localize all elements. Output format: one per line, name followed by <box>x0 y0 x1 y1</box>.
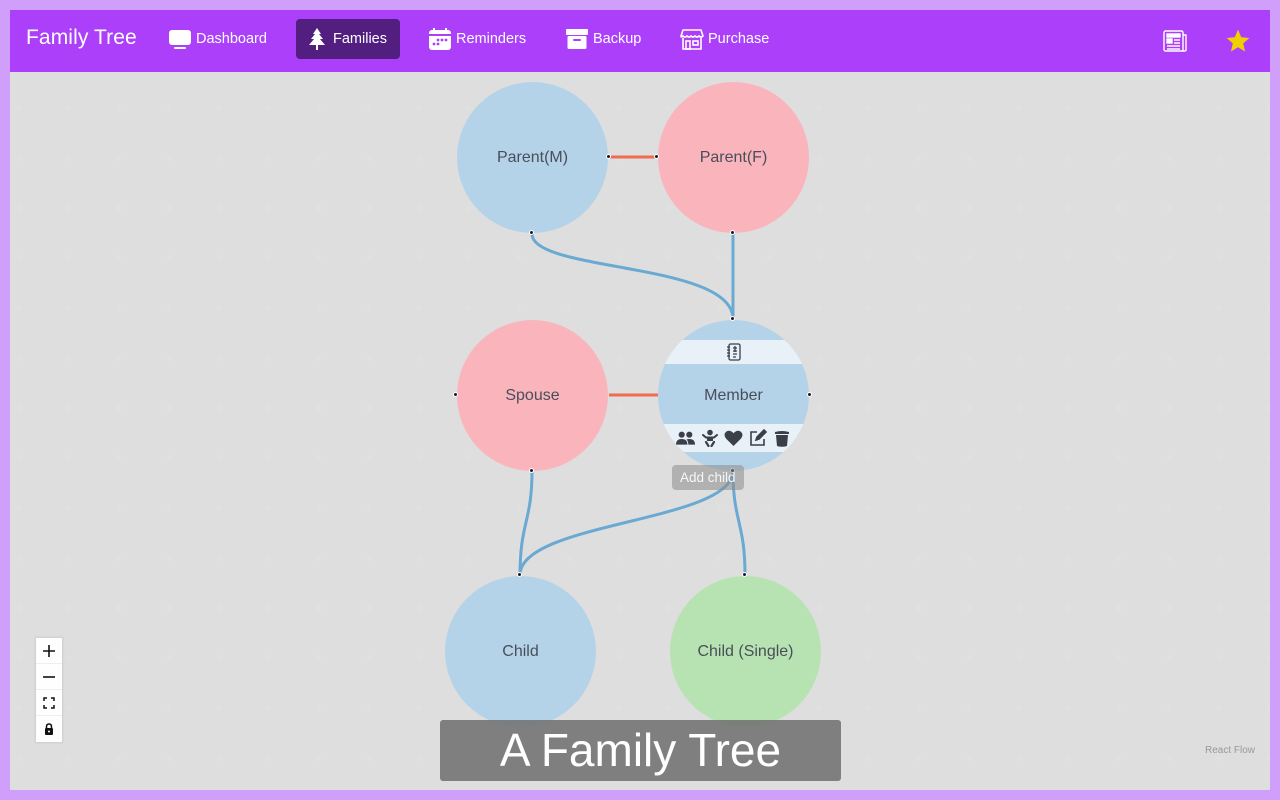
star-icon[interactable] <box>1224 27 1252 55</box>
member-actions-toolbar <box>658 424 809 452</box>
handle-member-top[interactable] <box>730 316 735 321</box>
nav-families-label: Families <box>333 31 387 47</box>
plus-icon <box>43 644 55 657</box>
node-label: Parent(F) <box>699 148 768 166</box>
nav-reminders[interactable]: Reminders <box>419 19 537 59</box>
node-spouse[interactable]: Spouse <box>457 320 608 471</box>
react-flow-attribution[interactable]: React Flow <box>1205 745 1255 756</box>
nav-dashboard[interactable]: Dashboard <box>159 19 278 59</box>
node-child-single[interactable]: Child (Single) <box>670 576 821 727</box>
handle-parent-m-bottom[interactable] <box>529 230 534 235</box>
nav-reminders-label: Reminders <box>456 31 527 47</box>
nav-backup[interactable]: Backup <box>556 19 652 59</box>
lock-button[interactable] <box>36 716 62 742</box>
handle-parent-f-bottom[interactable] <box>730 230 735 235</box>
zoom-controls <box>36 638 62 742</box>
handle-child-single-top[interactable] <box>742 572 747 577</box>
calendar-icon <box>428 27 452 51</box>
node-child[interactable]: Child <box>445 576 596 727</box>
nav-families[interactable]: Families <box>296 19 400 59</box>
app-title[interactable]: Family Tree <box>26 24 137 52</box>
node-label: Parent(M) <box>496 148 569 166</box>
node-parent-f[interactable]: Parent(F) <box>658 82 809 233</box>
app-window: Family Tree Dashboard Families Reminders… <box>10 10 1270 790</box>
handle-spouse-left[interactable] <box>453 392 458 397</box>
handle-spouse-bottom[interactable] <box>529 468 534 473</box>
baby-icon[interactable] <box>700 429 719 448</box>
node-label: Member <box>704 386 763 404</box>
nav-dashboard-label: Dashboard <box>196 31 267 47</box>
handle-parent-f-left[interactable] <box>654 154 659 159</box>
heart-icon[interactable] <box>724 429 743 448</box>
handle-child-top[interactable] <box>517 572 522 577</box>
edit-icon[interactable] <box>748 429 767 448</box>
nav-backup-label: Backup <box>593 31 642 47</box>
tree-icon <box>305 27 329 51</box>
monitor-icon <box>168 27 192 51</box>
node-member[interactable]: Member <box>658 320 809 471</box>
fit-view-button[interactable] <box>36 690 62 716</box>
edge-parentm-member[interactable] <box>530 233 735 320</box>
newspaper-icon[interactable] <box>1161 27 1189 55</box>
navbar: Family Tree Dashboard Families Reminders… <box>10 10 1270 72</box>
fit-view-icon <box>43 696 55 709</box>
store-icon <box>680 27 704 51</box>
node-parent-m[interactable]: Parent(M) <box>457 82 608 233</box>
edges-layer <box>518 155 747 576</box>
notebook-icon[interactable] <box>724 343 743 362</box>
nav-purchase[interactable]: Purchase <box>671 19 780 59</box>
flow-canvas[interactable]: Parent(M) Parent(F) Spouse Member Add ch… <box>10 72 1270 790</box>
node-label: Spouse <box>505 386 560 404</box>
member-top-toolbar <box>658 340 809 364</box>
zoom-out-button[interactable] <box>36 664 62 690</box>
nav-purchase-label: Purchase <box>708 31 770 47</box>
add-child-tooltip: Add child <box>672 465 744 490</box>
handle-member-right[interactable] <box>807 392 812 397</box>
node-label: Child <box>502 642 539 660</box>
lock-icon <box>45 723 53 735</box>
node-label: Child (Single) <box>697 642 794 660</box>
archive-box-icon <box>565 27 589 51</box>
caption-banner: A Family Tree <box>440 720 841 781</box>
handle-parent-m-right[interactable] <box>606 154 611 159</box>
minus-icon <box>43 675 55 678</box>
trash-icon[interactable] <box>772 429 791 448</box>
users-icon[interactable] <box>676 429 695 448</box>
zoom-in-button[interactable] <box>36 638 62 664</box>
